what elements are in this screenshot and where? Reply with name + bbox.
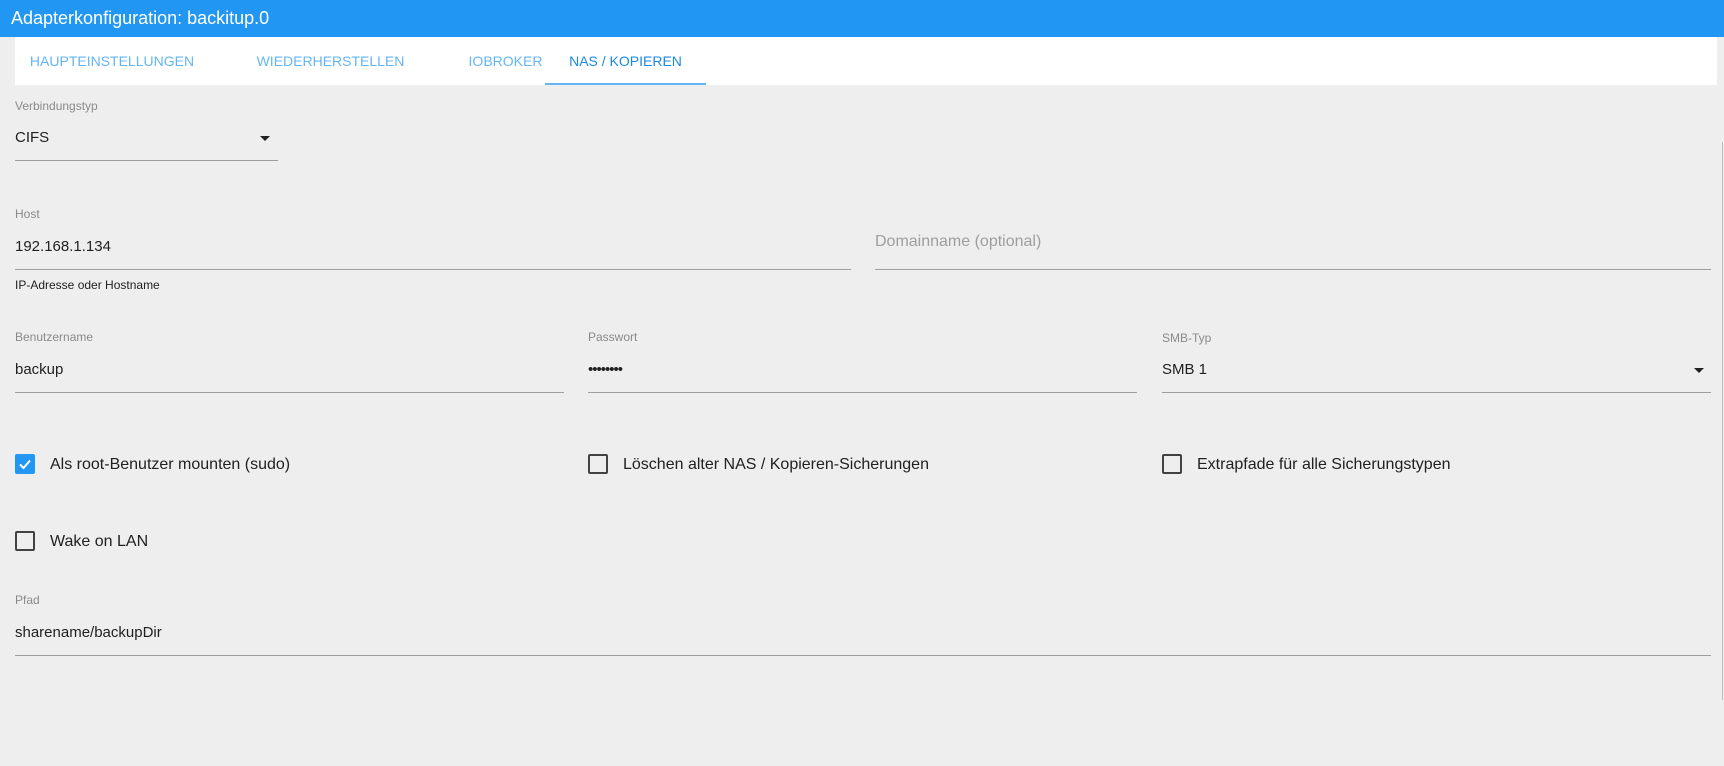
tab-nas-copy[interactable]: NAS / KOPIEREN [545, 37, 706, 85]
password-value: •••••••• [588, 361, 623, 378]
scrollbar-track[interactable] [1722, 142, 1723, 700]
extra-paths-checkbox[interactable] [1162, 454, 1182, 474]
delete-old-checkbox[interactable] [588, 454, 608, 474]
password-underline [588, 392, 1137, 393]
chevron-down-icon [1694, 368, 1704, 373]
smb-type-value: SMB 1 [1162, 361, 1208, 378]
tab-iobroker[interactable]: IOBROKER [452, 37, 559, 85]
path-label: Pfad [15, 593, 40, 607]
wake-on-lan-label: Wake on LAN [50, 533, 149, 550]
username-field[interactable]: Benutzername backup [15, 328, 564, 394]
path-underline [15, 655, 1711, 656]
host-value: 192.168.1.134 [15, 238, 111, 255]
password-field[interactable]: Passwort •••••••• [588, 328, 1137, 394]
host-label: Host [15, 207, 40, 221]
password-label: Passwort [588, 330, 638, 344]
tab-main-settings[interactable]: HAUPTEINSTELLUNGEN [15, 37, 209, 85]
username-label: Benutzername [15, 330, 94, 344]
host-helper-text: IP-Adresse oder Hostname [15, 278, 160, 292]
username-value: backup [15, 361, 64, 378]
extra-paths-label: Extrapfade für alle Sicherungstypen [1197, 456, 1451, 473]
path-field[interactable]: Pfad sharename/backupDir [15, 591, 1711, 657]
delete-old-label: Löschen alter NAS / Kopieren-Sicherungen [623, 456, 929, 473]
wake-on-lan-checkbox[interactable] [15, 531, 35, 551]
connection-type-select[interactable]: Verbindungstyp CIFS [15, 96, 278, 162]
connection-type-value: CIFS [15, 129, 50, 146]
chevron-down-icon [260, 136, 270, 141]
host-underline [15, 269, 851, 270]
window-title: Adapterkonfiguration: backitup.0 [0, 0, 1724, 37]
tab-bar: HAUPTEINSTELLUNGEN WIEDERHERSTELLEN IOBR… [15, 37, 1717, 85]
domain-placeholder: Domainname (optional) [875, 233, 1042, 250]
domain-field[interactable]: Domainname (optional) [875, 205, 1711, 271]
connection-type-label: Verbindungstyp [15, 99, 98, 113]
path-value: sharename/backupDir [15, 624, 162, 641]
connection-type-underline [15, 160, 278, 161]
tab-restore[interactable]: WIEDERHERSTELLEN [209, 37, 452, 85]
host-field[interactable]: Host 192.168.1.134 [15, 205, 851, 271]
domain-underline [875, 269, 1711, 270]
username-underline [15, 392, 564, 393]
mount-root-checkbox[interactable] [15, 454, 35, 474]
smb-type-select[interactable]: SMB-Typ SMB 1 [1162, 328, 1711, 394]
smb-type-underline [1162, 392, 1711, 393]
mount-root-label: Als root-Benutzer mounten (sudo) [50, 456, 291, 473]
smb-type-label: SMB-Typ [1162, 331, 1212, 345]
checkmark-icon [19, 459, 31, 470]
